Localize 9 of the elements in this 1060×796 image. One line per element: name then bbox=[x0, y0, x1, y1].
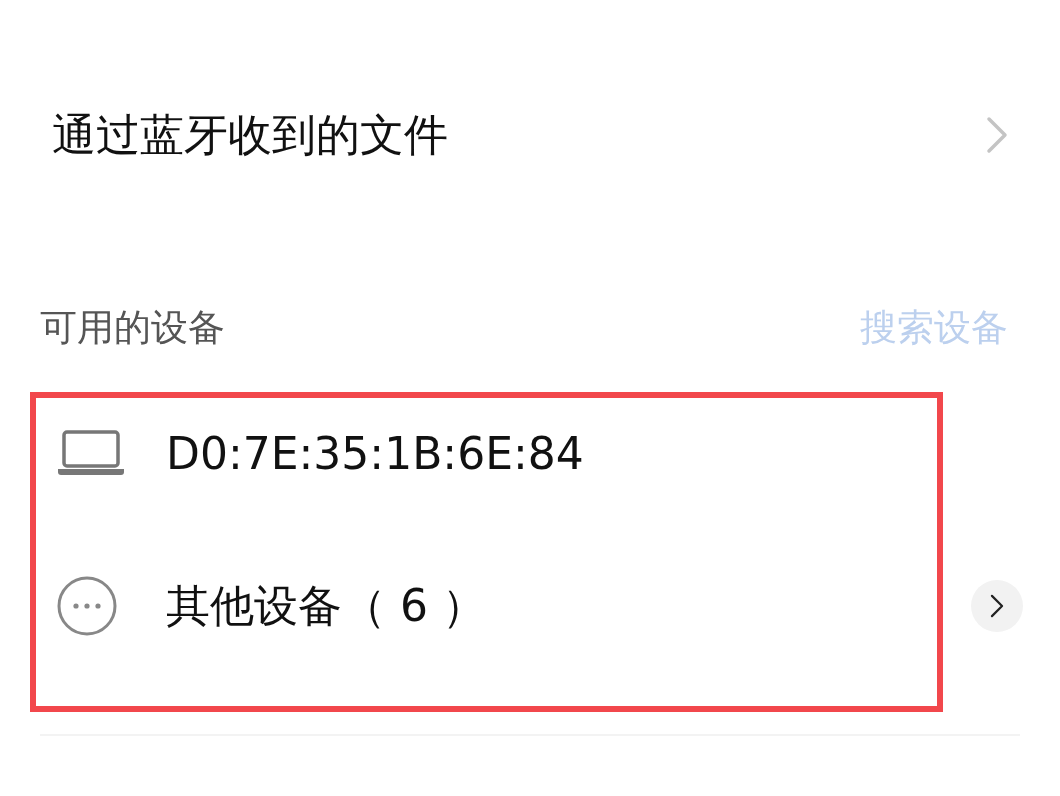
laptop-icon bbox=[56, 429, 126, 477]
section-title: 可用的设备 bbox=[40, 305, 225, 351]
device-name: D0:7E:35:1B:6E:84 bbox=[166, 427, 584, 479]
chevron-icon bbox=[986, 116, 1008, 154]
more-icon bbox=[56, 575, 118, 637]
chevron-icon bbox=[990, 594, 1004, 618]
device-name: 其他设备（ 6 ） bbox=[166, 578, 486, 633]
received-files-label: 通过蓝牙收到的文件 bbox=[52, 107, 448, 162]
chevron-button[interactable] bbox=[971, 580, 1023, 632]
